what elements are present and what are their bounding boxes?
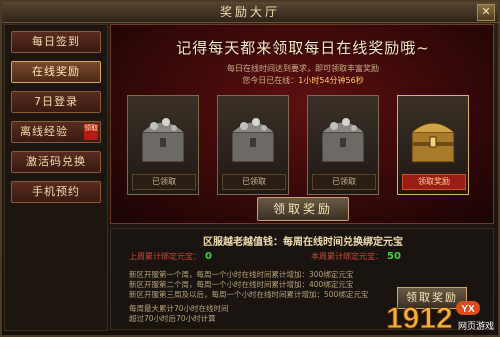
this-week-label: 本周累计绑定元宝： — [311, 252, 383, 261]
sidebar-item-activation-code[interactable]: 激活码兑换 — [11, 151, 101, 173]
this-week-value: 50 — [387, 251, 401, 262]
sidebar-item-label: 激活码兑换 — [26, 155, 86, 168]
sidebar-item-label: 手机预约 — [32, 185, 80, 198]
claim-reward-button[interactable]: 领取奖励 — [257, 197, 349, 221]
weekly-exchange-title: 区服越老越值钱：每周在线时间兑换绑定元宝 — [203, 237, 403, 248]
online-time-line: 您今日已在线：1小时54分钟56秒 — [111, 75, 495, 86]
logo-caption: 网页游戏 — [458, 320, 494, 332]
chest-status: 已领取 — [132, 174, 196, 190]
logo-number: 1912 — [386, 302, 453, 335]
sidebar-item-label: 7日登录 — [34, 95, 78, 108]
close-button[interactable]: ✕ — [477, 4, 495, 21]
chest-status: 领取奖励 — [402, 174, 466, 190]
logo-badge: YX — [461, 304, 475, 315]
silver-chest-icon — [321, 118, 365, 163]
claim-badge: 领取 — [84, 124, 98, 140]
sidebar-item-daily-signin[interactable]: 每日签到 — [11, 31, 101, 53]
exchange-rule: 超过70小时后70小时计算 — [129, 314, 216, 323]
sidebar-item-online-reward[interactable]: 在线奖励 — [11, 61, 101, 83]
last-week-stat: 上周累计绑定元宝： 0 — [129, 251, 212, 262]
reward-headline: 记得每天都来领取每日在线奖励哦~ — [176, 39, 430, 57]
this-week-stat: 本周累计绑定元宝： 50 — [311, 251, 401, 262]
sidebar-item-label: 在线奖励 — [32, 65, 80, 78]
last-week-value: 0 — [205, 251, 212, 262]
sidebar-item-label: 离线经验 — [20, 125, 68, 138]
1912yx-logo: 1912 YX 网页游戏 — [386, 301, 494, 336]
gold-chest-icon — [411, 122, 455, 163]
sidebar-item-offline-exp[interactable]: 离线经验 领取 — [11, 121, 101, 143]
online-reward-panel: 记得每天都来领取每日在线奖励哦~ 每日在线时间达到要求，即可领取丰富奖励 您今日… — [110, 24, 494, 224]
reward-chest-slot-1[interactable]: 已领取 — [127, 95, 199, 195]
chest-status: 已领取 — [312, 174, 376, 190]
exchange-rule: 新区开服第三周及以后，每周一个小时在线时间累计增加：500绑定元宝 — [129, 290, 369, 299]
reward-chest-slot-3[interactable]: 已领取 — [307, 95, 379, 195]
reward-chest-slot-4[interactable]: 领取奖励 — [397, 95, 469, 195]
last-week-label: 上周累计绑定元宝： — [129, 252, 201, 261]
chest-status: 已领取 — [222, 174, 286, 190]
reward-chest-slot-2[interactable]: 已领取 — [217, 95, 289, 195]
online-time-label: 您今日已在线： — [242, 76, 299, 85]
online-time-value: 1小时54分钟56秒 — [298, 76, 364, 85]
sidebar-item-label: 每日签到 — [32, 35, 80, 48]
window-title: 奖励大厅 — [219, 5, 280, 19]
sidebar: 每日签到 在线奖励 7日登录 离线经验 领取 激活码兑换 手机预约 — [4, 24, 108, 331]
reward-description: 每日在线时间达到要求，即可领取丰富奖励 — [227, 64, 379, 73]
silver-chest-icon — [231, 118, 275, 163]
title-bar: 奖励大厅 ✕ — [2, 2, 498, 23]
sidebar-item-mobile-reserve[interactable]: 手机预约 — [11, 181, 101, 203]
silver-chest-icon — [141, 118, 185, 163]
sidebar-item-7day-login[interactable]: 7日登录 — [11, 91, 101, 113]
